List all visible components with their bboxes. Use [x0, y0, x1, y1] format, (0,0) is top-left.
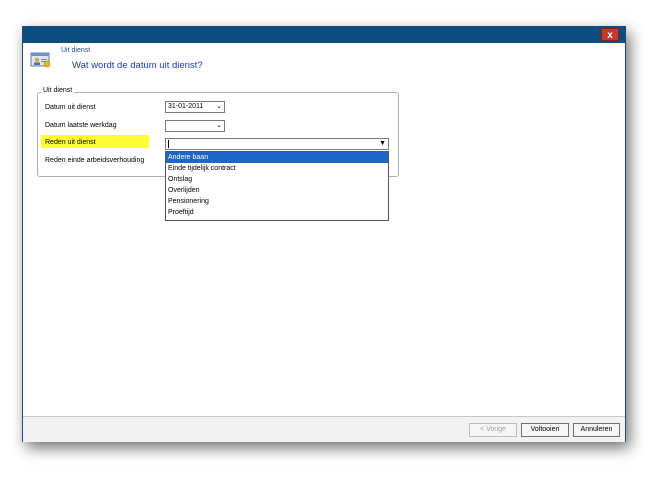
title-bar: x [23, 27, 625, 43]
previous-button[interactable]: < Vorige [469, 423, 517, 437]
dropdown-arrow-icon[interactable]: ▼ [379, 139, 386, 149]
datum-uit-dienst-select[interactable]: 31-01-2011 ⌄ [165, 101, 225, 113]
group-label: Uit dienst [41, 87, 75, 94]
text-cursor [168, 140, 169, 148]
dropdown-option[interactable]: Proeftijd [166, 207, 388, 218]
dropdown-option[interactable]: Andere baan [166, 152, 388, 163]
dropdown-option[interactable]: Pensionering [166, 196, 388, 207]
label-datum-uit-dienst: Datum uit dienst [45, 104, 96, 111]
label-reden-einde-arbeidsverhouding: Reden einde arbeidsverhouding [45, 157, 145, 164]
datum-laatste-werkdag-select[interactable]: ⌄ [165, 120, 225, 132]
reden-dropdown-list: Andere baan Einde tijdelijk contract Ont… [165, 151, 389, 221]
finish-button[interactable]: Voltooien [521, 423, 569, 437]
dropdown-option[interactable]: Ontslag [166, 174, 388, 185]
close-button[interactable]: x [601, 28, 619, 41]
user-card-icon [30, 52, 51, 68]
section-title: Uit dienst [61, 47, 91, 54]
wizard-question: Wat wordt de datum uit dienst? [72, 60, 203, 71]
label-datum-laatste-werkdag: Datum laatste werkdag [45, 122, 117, 129]
chevron-down-icon[interactable]: ⌄ [216, 102, 222, 112]
wizard-dialog: x Uit dienst Wat wordt de datum uit dien… [22, 26, 626, 442]
label-reden-uit-dienst: Reden uit dienst [45, 139, 96, 146]
dropdown-option[interactable]: Einde tijdelijk contract [166, 163, 388, 174]
wizard-footer: < Vorige Voltooien Annuleren [23, 416, 625, 442]
cancel-button[interactable]: Annuleren [573, 423, 620, 437]
dropdown-option[interactable]: Overlijden [166, 185, 388, 196]
reden-uit-dienst-combo[interactable]: ▼ [165, 138, 389, 150]
datum-uit-dienst-value: 31-01-2011 [168, 103, 204, 110]
chevron-down-icon[interactable]: ⌄ [216, 121, 222, 131]
